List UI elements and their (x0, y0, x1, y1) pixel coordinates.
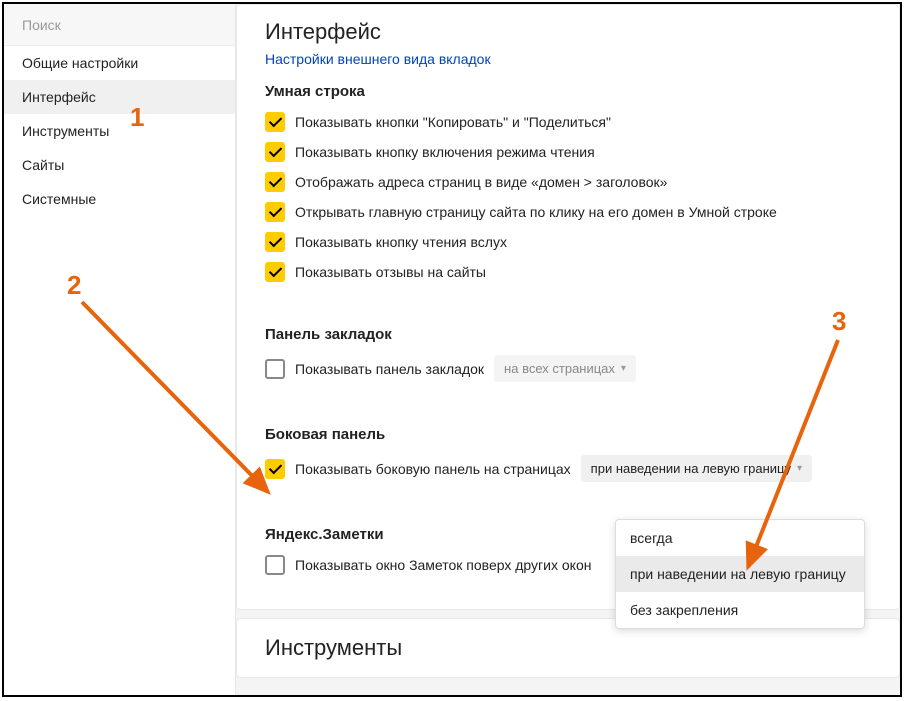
checkbox-copy-share[interactable] (265, 112, 285, 132)
label-read-aloud: Показывать кнопку чтения вслух (295, 234, 507, 250)
label-reviews: Показывать отзывы на сайты (295, 264, 486, 280)
checkbox-sidepanel[interactable] (265, 459, 285, 479)
select-sidepanel-mode[interactable]: при наведении на левую границу ▾ (581, 455, 812, 482)
sidebar-item-interface[interactable]: Интерфейс (4, 80, 235, 114)
select-bookmarks-value: на всех страницах (504, 361, 615, 376)
section-sidepanel-title: Боковая панель (265, 426, 871, 443)
checkbox-read-aloud[interactable] (265, 232, 285, 252)
label-open-main: Открывать главную страницу сайта по клик… (295, 204, 777, 220)
checkbox-notes-topmost[interactable] (265, 555, 285, 575)
sidebar: Поиск Общие настройки Интерфейс Инструме… (4, 4, 236, 695)
select-sidepanel-value: при наведении на левую границу (591, 461, 791, 476)
chevron-down-icon: ▾ (621, 363, 626, 374)
label-sidepanel: Показывать боковую панель на страницах (295, 461, 571, 477)
sidebar-item-general[interactable]: Общие настройки (4, 46, 235, 80)
section-bookmarks-title: Панель закладок (265, 326, 871, 343)
dropdown-item-hover-left[interactable]: при наведении на левую границу (616, 556, 864, 592)
sidebar-item-tools[interactable]: Инструменты (4, 114, 235, 148)
checkbox-reviews[interactable] (265, 262, 285, 282)
label-domain-title: Отображать адреса страниц в виде «домен … (295, 174, 667, 190)
label-notes-topmost: Показывать окно Заметок поверх других ок… (295, 557, 591, 573)
sidebar-item-system[interactable]: Системные (4, 182, 235, 216)
dropdown-item-always[interactable]: всегда (616, 520, 864, 556)
dropdown-sidepanel-mode: всегда при наведении на левую границу бе… (615, 519, 865, 629)
label-bookmarks-panel: Показывать панель закладок (295, 361, 484, 377)
dropdown-item-unpinned[interactable]: без закрепления (616, 592, 864, 628)
checkbox-reader-mode[interactable] (265, 142, 285, 162)
search-input[interactable]: Поиск (4, 4, 235, 46)
sidebar-item-sites[interactable]: Сайты (4, 148, 235, 182)
checkbox-domain-title[interactable] (265, 172, 285, 192)
section-smartline-title: Умная строка (265, 83, 871, 100)
label-reader-mode: Показывать кнопку включения режима чтени… (295, 144, 595, 160)
chevron-down-icon: ▾ (797, 463, 802, 474)
label-copy-share: Показывать кнопки "Копировать" и "Подели… (295, 114, 611, 130)
checkbox-bookmarks-panel[interactable] (265, 359, 285, 379)
checkbox-open-main[interactable] (265, 202, 285, 222)
appearance-link[interactable]: Настройки внешнего вида вкладок (237, 51, 899, 73)
select-bookmarks-scope[interactable]: на всех страницах ▾ (494, 355, 636, 382)
page-title: Интерфейс (237, 5, 899, 51)
